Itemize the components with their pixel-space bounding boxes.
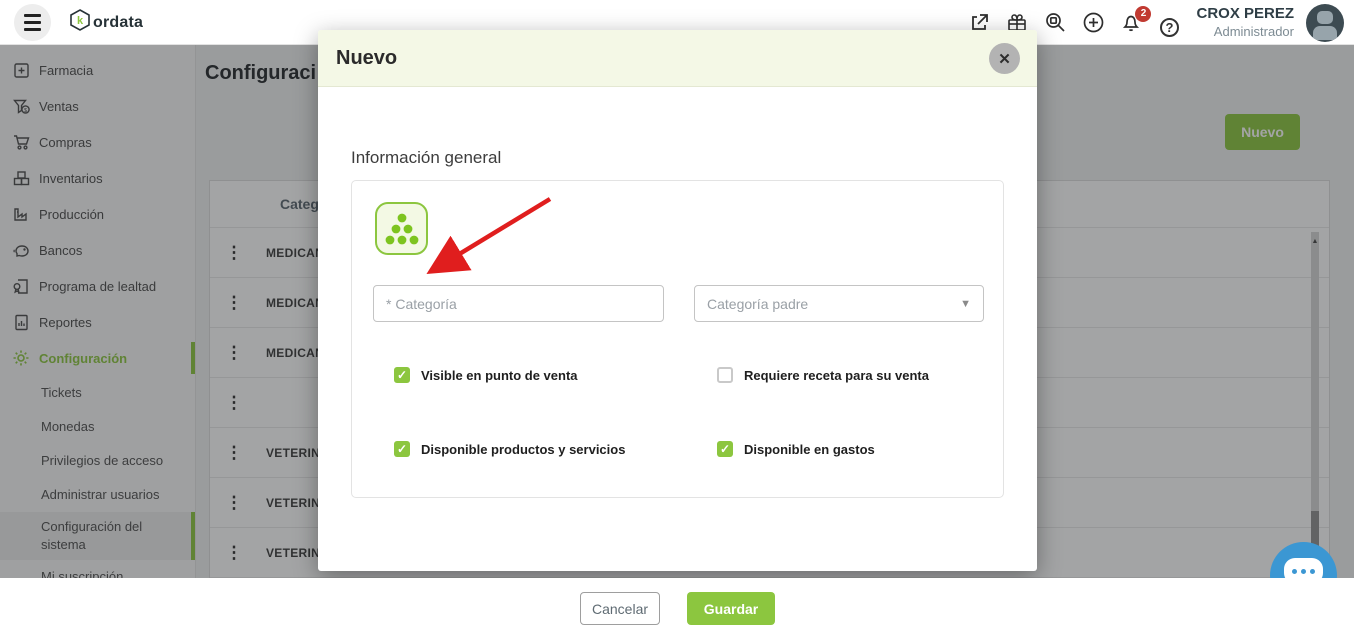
- checkbox-disponible-productos[interactable]: ✓: [394, 441, 410, 457]
- category-input[interactable]: [373, 285, 664, 322]
- notification-count-badge: 2: [1135, 6, 1151, 22]
- user-info: CROX PEREZ Administrador: [1196, 5, 1294, 40]
- cancel-button[interactable]: Cancelar: [580, 592, 660, 625]
- brand-logo: k ordata: [70, 9, 143, 36]
- chevron-down-icon: ▼: [960, 298, 971, 310]
- modal-footer: Cancelar Guardar: [0, 578, 1354, 637]
- red-arrow-annotation: [422, 191, 567, 286]
- close-icon[interactable]: ✕: [989, 43, 1020, 74]
- general-info-card: Categoría padre ▼ ✓ Visible en punto de …: [351, 180, 1004, 498]
- notifications-bell-icon[interactable]: 2: [1120, 12, 1142, 34]
- hamburger-menu-button[interactable]: [14, 4, 51, 41]
- checkbox-requiere-receta[interactable]: [717, 367, 733, 383]
- checkbox-disponible-gastos[interactable]: ✓: [717, 441, 733, 457]
- section-title: Información general: [351, 148, 501, 168]
- add-circle-icon[interactable]: [1082, 12, 1104, 34]
- user-avatar[interactable]: [1306, 4, 1344, 42]
- category-dots-icon: [375, 202, 428, 255]
- user-name: CROX PEREZ: [1196, 5, 1294, 24]
- app-root: k ordata 2 ? CROX: [0, 0, 1354, 637]
- user-role: Administrador: [1196, 24, 1294, 40]
- modal-header: Nuevo ✕: [318, 30, 1037, 87]
- save-button[interactable]: Guardar: [687, 592, 775, 625]
- logo-hexagon-icon: k: [70, 9, 90, 36]
- logo-text: ordata: [93, 14, 143, 32]
- nuevo-modal: Nuevo ✕ Información general Categoría pa…: [318, 30, 1037, 571]
- parent-category-select[interactable]: Categoría padre ▼: [694, 285, 984, 322]
- modal-title: Nuevo: [336, 47, 397, 70]
- svg-text:k: k: [77, 15, 84, 27]
- help-icon[interactable]: ?: [1158, 12, 1180, 34]
- checkbox-visible-pos[interactable]: ✓: [394, 367, 410, 383]
- zoom-search-icon[interactable]: [1044, 12, 1066, 34]
